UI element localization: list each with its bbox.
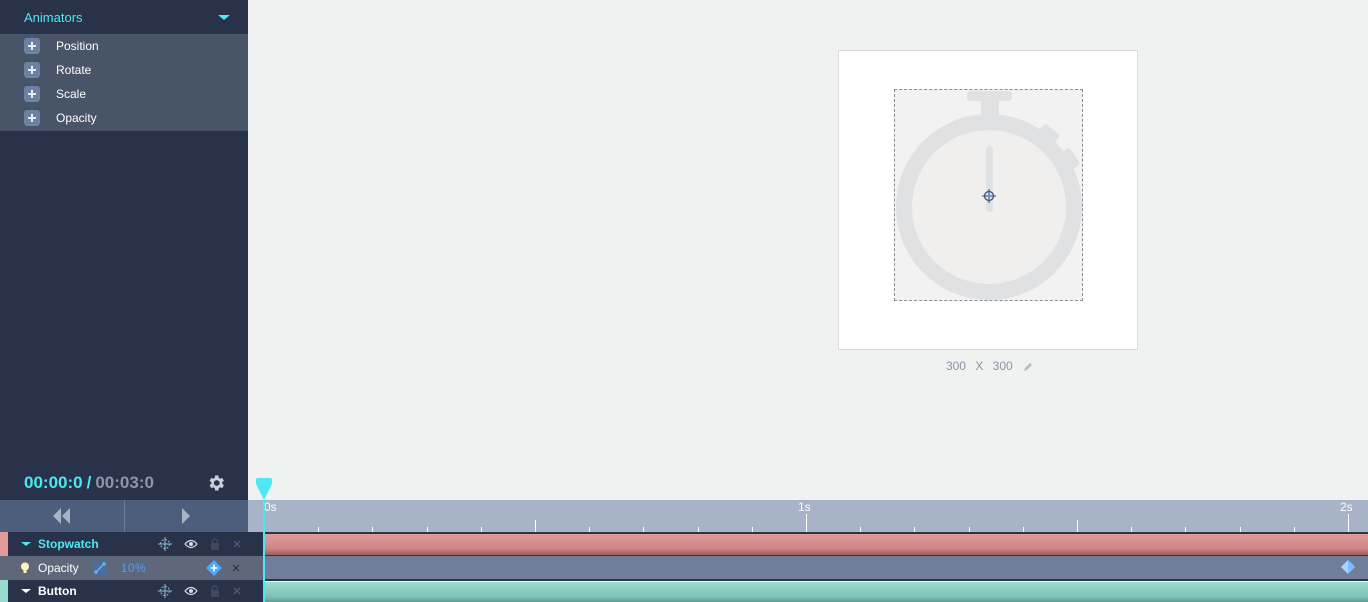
canvas-stage: 300 X 300 [248,0,1368,500]
playhead-handle[interactable] [254,478,274,502]
animation-editor: Animators Position Rotate Scale Opacity … [0,0,1368,602]
layer-row-stopwatch[interactable]: Stopwatch [0,532,264,556]
ruler-tick [806,514,807,532]
layer-actions [157,580,245,602]
add-keyframe-icon[interactable] [206,560,222,576]
play-button[interactable] [123,500,249,532]
play-icon [182,508,191,524]
animator-item-position[interactable]: Position [0,34,248,58]
lightbulb-icon [21,562,29,573]
layer-track-button[interactable] [264,582,1368,602]
size-times: X [975,359,984,373]
gear-icon[interactable] [206,473,226,493]
chevron-down-icon[interactable] [218,14,230,20]
close-icon[interactable] [229,583,245,599]
layer-color-swatch [0,580,8,602]
lock-icon[interactable] [207,583,223,599]
animator-label: Scale [56,87,87,101]
ruler-tick [535,520,536,532]
collapse-caret-icon[interactable] [21,589,31,593]
selected-object-stopwatch[interactable] [894,89,1083,301]
plus-icon[interactable] [24,86,40,102]
sidebar: Animators Position Rotate Scale Opacity … [0,0,248,500]
lock-icon[interactable] [207,536,223,552]
animators-title: Animators [24,9,83,25]
ruler-label-0s: 0s [264,500,277,514]
rewind-icon [52,508,70,524]
layer-row-button[interactable]: Button [0,580,264,602]
eye-icon[interactable] [183,583,199,599]
property-name: Opacity [38,561,79,575]
artboard-height[interactable]: 300 [993,359,1013,373]
layer-name[interactable]: Button [38,584,77,598]
time-separator: / [86,473,92,492]
ruler-label-2s: 2s [1340,500,1353,514]
animators-header[interactable]: Animators [0,0,248,34]
animator-item-rotate[interactable]: Rotate [0,58,248,82]
anchor-point-icon[interactable] [982,189,996,203]
animator-item-scale[interactable]: Scale [0,82,248,106]
playhead-line [263,500,265,602]
plus-icon[interactable] [24,38,40,54]
animator-label: Opacity [56,111,97,125]
ruler-label-1s: 1s [798,500,811,514]
artboard-size: 300 X 300 [838,359,1138,373]
property-row-opacity[interactable]: Opacity 10% [0,556,264,580]
animator-label: Position [56,39,99,53]
artboard-width[interactable]: 300 [946,359,966,373]
pencil-icon[interactable] [1023,362,1033,372]
close-icon[interactable] [229,536,245,552]
animators-list: Position Rotate Scale Opacity [0,34,248,131]
ruler-tick [1348,514,1349,532]
artboard[interactable] [838,50,1138,350]
animator-label: Rotate [56,63,92,77]
layer-track-stopwatch[interactable] [264,534,1368,555]
time-display: 00:00:0 / 00:03:0 [0,466,248,500]
plus-icon[interactable] [24,110,40,126]
ruler-tick [1077,520,1078,532]
timeline-ruler[interactable]: 0s 1s 2s [248,500,1368,532]
current-time: 00:00:0 [24,473,83,492]
rewind-button[interactable] [0,500,124,532]
close-icon[interactable] [232,564,240,572]
easing-curve-icon[interactable] [92,561,107,575]
layer-actions [157,532,245,556]
property-track-opacity[interactable] [264,556,1368,581]
playback-controls [0,500,248,532]
layer-track-stopwatch-bg [264,532,1368,556]
property-value[interactable]: 10% [121,561,147,575]
anchor-target-icon[interactable] [157,583,173,599]
anchor-target-icon[interactable] [157,536,173,552]
collapse-caret-icon[interactable] [21,542,31,546]
plus-icon[interactable] [24,62,40,78]
layer-name[interactable]: Stopwatch [38,537,99,551]
eye-icon[interactable] [183,536,199,552]
keyframe-diamond[interactable] [1340,559,1356,575]
layer-color-swatch [0,532,8,556]
total-time: 00:03:0 [95,473,154,492]
animator-item-opacity[interactable]: Opacity [0,106,248,130]
